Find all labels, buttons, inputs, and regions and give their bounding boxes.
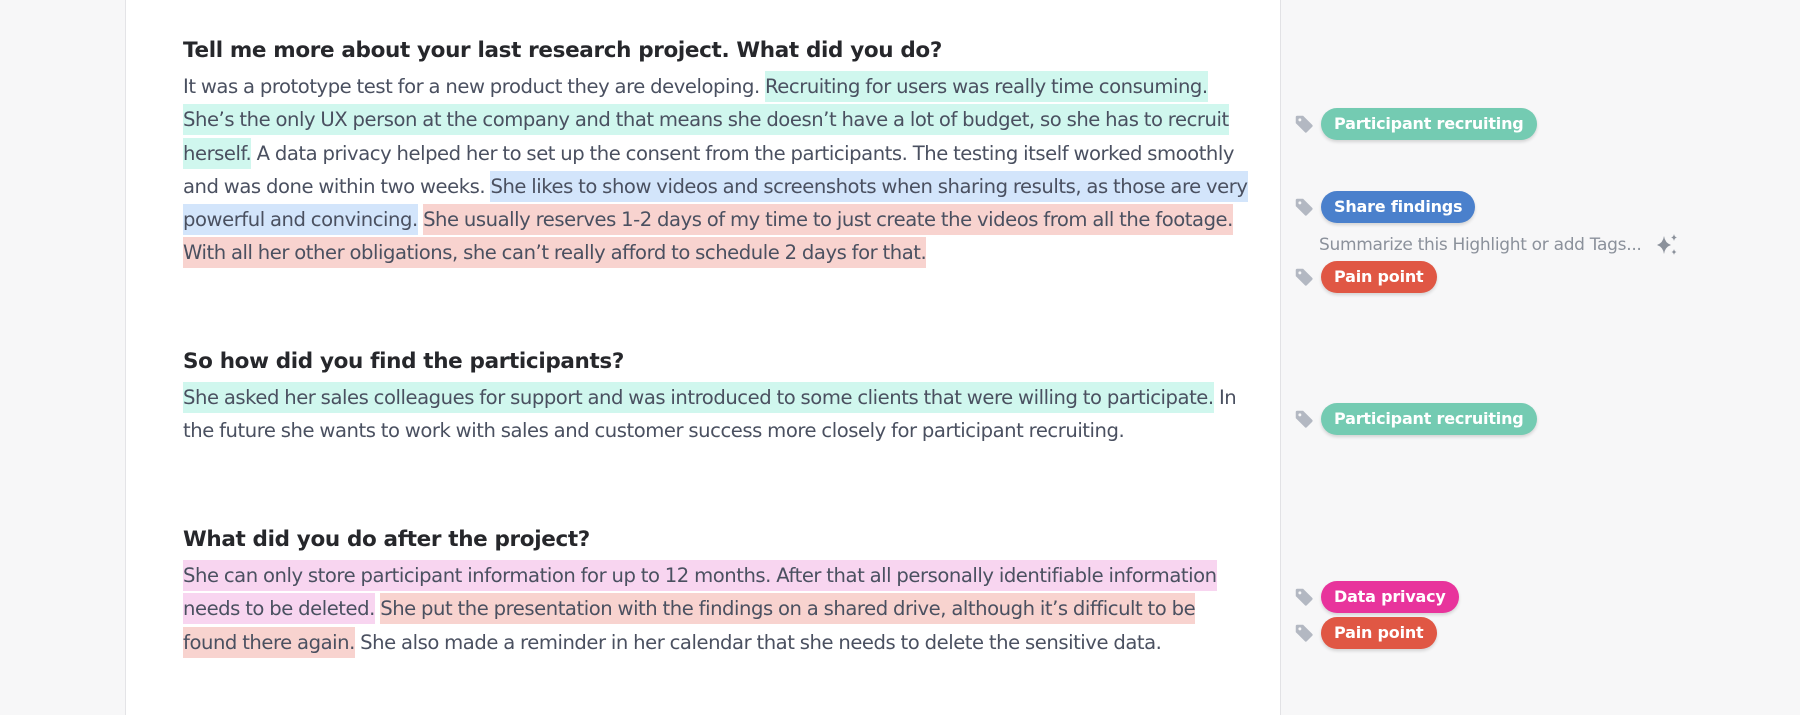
answer-paragraph[interactable]: She can only store participant informati… [183, 559, 1253, 659]
transcript-section: What did you do after the project? She c… [183, 525, 1253, 659]
tag-row: Participant recruiting [1293, 403, 1537, 435]
summarize-placeholder[interactable]: Summarize this Highlight or add Tags... [1319, 235, 1642, 255]
question-heading: Tell me more about your last research pr… [183, 38, 942, 63]
transcript-section: So how did you find the participants? Sh… [183, 347, 1253, 448]
answer-text[interactable]: She also made a reminder in her calendar… [355, 631, 1162, 654]
sparkle-icon[interactable] [1654, 232, 1680, 258]
tag-icon [1295, 588, 1313, 606]
answer-text[interactable]: It was a prototype test for a new produc… [183, 75, 765, 98]
answer-paragraph[interactable]: It was a prototype test for a new produc… [183, 70, 1253, 270]
tag-row: Participant recruiting [1293, 108, 1537, 140]
tag-icon [1295, 115, 1313, 133]
answer-paragraph[interactable]: She asked her sales colleagues for suppo… [183, 381, 1253, 448]
transcript-section: Tell me more about your last research pr… [183, 36, 1253, 270]
tag-participant-recruiting[interactable]: Participant recruiting [1321, 108, 1537, 140]
tag-row: Share findings [1293, 191, 1476, 223]
summarize-highlight-input[interactable]: Summarize this Highlight or add Tags... [1319, 232, 1680, 258]
tag-icon [1295, 410, 1313, 428]
tag-icon [1295, 268, 1313, 286]
tag-row: Pain point [1293, 617, 1437, 649]
tag-pain-point[interactable]: Pain point [1321, 261, 1437, 293]
tag-participant-recruiting[interactable]: Participant recruiting [1321, 403, 1537, 435]
tag-icon [1295, 624, 1313, 642]
tag-row: Data privacy [1293, 581, 1459, 613]
tag-icon [1295, 198, 1313, 216]
highlight-participant-recruiting[interactable]: She asked her sales colleagues for suppo… [183, 382, 1214, 413]
tag-data-privacy[interactable]: Data privacy [1321, 581, 1459, 613]
transcript-panel: Tell me more about your last research pr… [125, 0, 1281, 715]
question-heading: What did you do after the project? [183, 527, 590, 552]
tag-pain-point[interactable]: Pain point [1321, 617, 1437, 649]
tags-sidebar: Participant recruiting Share findings Su… [1281, 0, 1800, 715]
tag-share-findings[interactable]: Share findings [1321, 191, 1476, 223]
question-heading: So how did you find the participants? [183, 349, 624, 374]
tag-row: Pain point [1293, 261, 1437, 293]
